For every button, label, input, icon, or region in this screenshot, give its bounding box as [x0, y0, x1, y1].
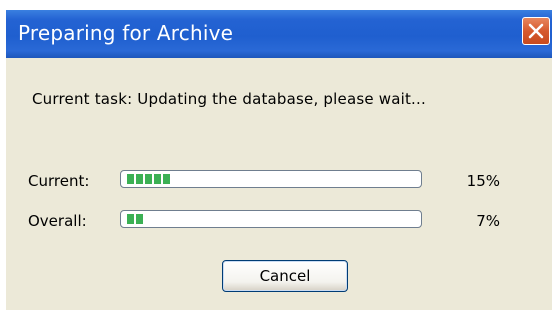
- current-progress-fill: [127, 174, 170, 184]
- current-progress-bar: [120, 170, 422, 188]
- overall-progress-bar: [120, 210, 422, 228]
- close-icon: [528, 23, 544, 39]
- window-title: Preparing for Archive: [18, 21, 234, 45]
- overall-progress-percent: 7%: [476, 212, 500, 230]
- current-progress-label: Current:: [28, 172, 90, 190]
- overall-progress-fill: [127, 214, 143, 224]
- cancel-button[interactable]: Cancel: [222, 260, 348, 292]
- current-progress-percent: 15%: [466, 172, 500, 190]
- overall-progress-label: Overall:: [28, 212, 87, 230]
- archive-dialog: Preparing for Archive Current task: Upda…: [6, 10, 552, 310]
- close-button[interactable]: [522, 17, 550, 45]
- current-task-text: Current task: Updating the database, ple…: [32, 90, 426, 108]
- title-bar[interactable]: Preparing for Archive: [6, 10, 552, 58]
